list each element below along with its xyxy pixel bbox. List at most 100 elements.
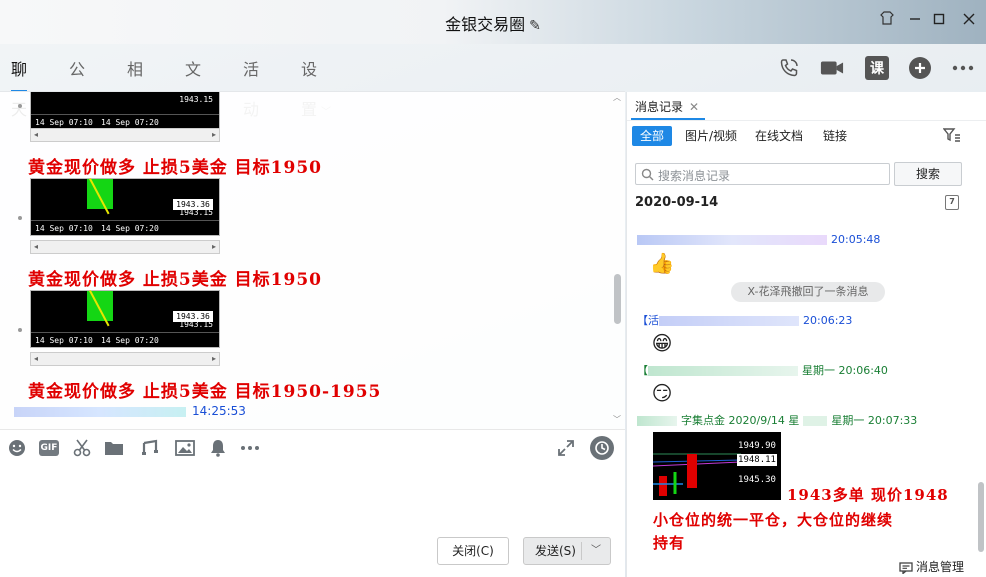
history-entry-header: 20:05:48 xyxy=(637,233,880,246)
history-entry-header: 字集点金 2020/9/14 星 星期一 20:07:33 xyxy=(637,412,917,428)
minimize-icon[interactable] xyxy=(904,10,926,32)
history-tab[interactable]: 消息记录 ✕ xyxy=(635,98,699,115)
sender-name-partial: 【 xyxy=(637,364,648,377)
chart-thumbnail[interactable]: 1943.36 1943.15 14 Sep 07:10 14 Sep 07:2… xyxy=(30,290,220,348)
recall-notice: X-花泽飛撤回了一条消息 xyxy=(731,282,885,302)
filter-media[interactable]: 图片/视频 xyxy=(685,126,737,146)
message-input[interactable]: 关闭(C) 发送(S) ﹀ xyxy=(0,465,625,577)
send-options-chevron-icon[interactable]: ﹀ xyxy=(591,538,601,564)
chart-scrollbar[interactable]: ◂ ▸ xyxy=(30,128,220,142)
filter-links[interactable]: 链接 xyxy=(823,126,847,146)
search-placeholder: 搜索消息记录 xyxy=(658,169,731,183)
history-message-text: 小仓位的统一平仓，大仓位的继续 xyxy=(653,511,894,529)
scroll-down-icon[interactable]: ﹀ xyxy=(613,414,621,425)
bell-icon[interactable] xyxy=(207,437,229,459)
tab-activity[interactable]: 活动 xyxy=(243,50,259,119)
history-clock-icon[interactable] xyxy=(590,436,614,460)
skin-icon[interactable] xyxy=(876,10,898,32)
history-entry-partial-text: 字集点金 2020/9/14 星 xyxy=(681,414,800,427)
history-search-input[interactable]: 搜索消息记录 xyxy=(635,163,890,185)
sender-name-partial: 【活 xyxy=(637,314,659,327)
more-icon[interactable] xyxy=(951,56,975,80)
smirk-icon: 😏 xyxy=(651,381,673,405)
chat-history[interactable]: 1943.15 14 Sep 07:10 14 Sep 07:20 ◂ ▸ 黄金现… xyxy=(0,92,625,429)
chart-tick-label: 14 Sep 07:10 xyxy=(35,118,93,127)
history-date: 2020-09-14 xyxy=(635,195,719,210)
sender-name-blurred[interactable] xyxy=(14,406,186,417)
scroll-up-icon[interactable]: ︿ xyxy=(613,92,621,103)
history-tab-label: 消息记录 xyxy=(635,100,684,114)
chart-price-label: 1949.90 xyxy=(738,441,776,451)
input-toolbar: GIF xyxy=(0,429,625,465)
history-message-text: 1943多单 现价1948 xyxy=(787,486,949,504)
folder-icon[interactable] xyxy=(103,437,125,459)
toolbar-more-icon[interactable] xyxy=(239,437,261,459)
close-button[interactable]: 关闭(C) xyxy=(437,537,509,565)
chart-price-label: 1943.15 xyxy=(179,320,213,329)
history-entry-header: 【活 20:06:23 xyxy=(637,312,852,328)
message-bullet xyxy=(18,328,22,332)
history-entry-header: 【 星期一 20:06:40 xyxy=(637,362,888,378)
lesson-icon[interactable]: 课 xyxy=(865,56,889,80)
history-entry-time: 20:06:23 xyxy=(803,314,853,327)
add-app-icon[interactable] xyxy=(908,56,932,80)
chat-scrollbar[interactable]: ︿ ﹀ xyxy=(612,92,624,427)
send-button[interactable]: 发送(S) ﹀ xyxy=(523,537,611,565)
chart-axis xyxy=(31,220,219,221)
tab-settings[interactable]: 设置﹀ xyxy=(301,50,331,119)
sender-name-blurred xyxy=(637,235,827,245)
chart-price-box: 1948.11 xyxy=(737,454,777,466)
filter-docs[interactable]: 在线文档 xyxy=(755,126,803,146)
call-icon[interactable] xyxy=(777,56,801,80)
search-button[interactable]: 搜索 xyxy=(894,162,962,186)
expand-icon[interactable] xyxy=(555,437,577,459)
history-chart-image[interactable]: 1949.90 1948.11 1945.30 xyxy=(653,432,781,500)
chart-tick-label: 14 Sep 07:10 xyxy=(35,336,93,345)
sender-name-blurred xyxy=(803,416,828,426)
gif-icon[interactable]: GIF xyxy=(39,440,59,456)
filter-icon[interactable] xyxy=(942,127,961,146)
chart-price-label: 1943.15 xyxy=(179,208,213,217)
message-bullet xyxy=(18,216,22,220)
scrollbar-thumb[interactable] xyxy=(614,274,621,324)
close-history-icon[interactable]: ✕ xyxy=(689,100,699,114)
scissors-icon[interactable] xyxy=(71,437,93,459)
message-manage-button[interactable]: 消息管理 xyxy=(899,558,964,575)
history-message-text: 持有 xyxy=(653,534,686,552)
image-icon[interactable] xyxy=(174,437,196,459)
chart-tick-label: 14 Sep 07:20 xyxy=(101,336,159,345)
maximize-icon[interactable] xyxy=(928,10,950,32)
window-title: 金银交易圈 xyxy=(445,15,526,34)
chart-tick-label: 14 Sep 07:20 xyxy=(101,118,159,127)
calendar-icon[interactable]: 7 xyxy=(945,195,959,210)
chart-thumbnail[interactable]: 1943.36 1943.15 14 Sep 07:10 14 Sep 07:2… xyxy=(30,178,220,236)
edit-title-icon[interactable]: ✎ xyxy=(529,18,541,34)
chart-scrollbar[interactable]: ◂ ▸ xyxy=(30,352,220,366)
filter-all[interactable]: 全部 xyxy=(632,126,673,146)
chart-axis xyxy=(31,114,219,115)
chart-axis xyxy=(31,332,219,333)
history-entry-time: 20:05:48 xyxy=(831,233,881,246)
history-entry-time: 星期一 20:06:40 xyxy=(802,364,888,377)
history-entry-time: 星期一 20:07:33 xyxy=(831,414,918,427)
close-icon[interactable] xyxy=(958,10,980,32)
send-button-label: 发送(S) xyxy=(535,544,576,558)
message-text: 黄金现价做多 止损5美金 目标1950 xyxy=(28,158,322,178)
tab-files[interactable]: 文件 xyxy=(185,50,201,119)
message-text: 黄金现价做多 止损5美金 目标1950-1955 xyxy=(28,382,382,402)
message-history-panel: 消息记录 ✕ 全部 图片/视频 在线文档 链接 搜索消息记录 搜索 2020-09… xyxy=(626,92,986,577)
send-split-divider xyxy=(581,542,582,560)
message-manage-label: 消息管理 xyxy=(916,560,965,574)
chart-thumbnail[interactable]: 1943.15 14 Sep 07:10 14 Sep 07:20 xyxy=(30,92,220,130)
sender-name-blurred xyxy=(648,366,798,376)
chart-scrollbar[interactable]: ◂ ▸ xyxy=(30,240,220,254)
tab-chat[interactable]: 聊天 xyxy=(11,50,28,119)
chart-tick-label: 14 Sep 07:10 xyxy=(35,224,93,233)
emoji-icon[interactable] xyxy=(6,437,28,459)
music-icon[interactable] xyxy=(139,437,161,459)
tab-announcement[interactable]: 公告 xyxy=(69,50,85,119)
video-icon[interactable] xyxy=(820,56,844,80)
history-scrollbar-thumb[interactable] xyxy=(978,482,984,552)
chart-price-label: 1943.15 xyxy=(179,95,213,104)
tab-album[interactable]: 相册 xyxy=(127,50,143,119)
